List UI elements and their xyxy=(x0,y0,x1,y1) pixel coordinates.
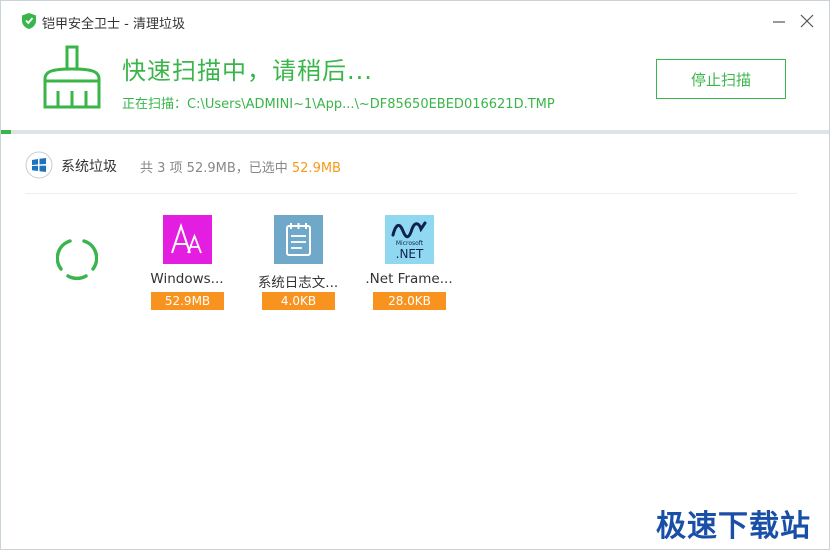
scan-current-path: 正在扫描：C:\Users\ADMINI~1\App...\~DF85650EB… xyxy=(122,97,555,112)
dotnet-icon-subtext: Microsoft xyxy=(396,240,424,247)
category-summary: 共 3 项 52.9MB，已选中 52.9MB xyxy=(140,157,341,176)
notepad-icon xyxy=(274,215,323,264)
junk-item-dotnet[interactable]: Microsoft .NET .Net Frame... 28.0KB xyxy=(365,215,453,315)
category-summary-text: 共 3 项 52.9MB，已选中 xyxy=(140,161,288,176)
item-label: 系统日志文... xyxy=(257,275,339,291)
scan-status-title: 快速扫描中，请稍后... xyxy=(122,57,373,85)
close-icon[interactable] xyxy=(799,13,815,29)
junk-item-windows[interactable]: Windows... 52.9MB xyxy=(147,215,227,315)
watermark-text: 极速下载站 xyxy=(656,509,811,544)
window-title: 铠甲安全卫士 - 清理垃圾 xyxy=(42,17,185,32)
main-window: 铠甲安全卫士 - 清理垃圾 快速扫描中，请稍后... 正在扫描：C:\Users… xyxy=(0,0,830,550)
shield-logo-icon xyxy=(22,13,36,29)
junk-item-system-log[interactable]: 系统日志文... 4.0KB xyxy=(258,215,338,315)
item-label: Windows... xyxy=(150,271,224,287)
divider xyxy=(25,193,797,194)
broom-icon xyxy=(43,45,101,109)
windows-logo-icon xyxy=(25,151,53,179)
category-selected-size: 52.9MB xyxy=(291,161,341,176)
scan-progress-bar xyxy=(1,130,829,134)
item-label: .Net Frame... xyxy=(365,271,453,287)
item-size-badge: 28.0KB xyxy=(373,292,446,310)
title-bar: 铠甲安全卫士 - 清理垃圾 xyxy=(1,1,829,41)
item-size-badge: 52.9MB xyxy=(151,292,224,310)
scanning-spinner-icon xyxy=(56,239,98,281)
category-name: 系统垃圾 xyxy=(61,159,117,175)
stop-scan-button[interactable]: 停止扫描 xyxy=(656,59,786,99)
dotnet-icon-text: .NET xyxy=(396,247,424,261)
item-size-badge: 4.0KB xyxy=(262,292,335,310)
minimize-icon[interactable] xyxy=(771,13,787,29)
dotnet-icon: Microsoft .NET xyxy=(385,215,434,264)
font-icon xyxy=(163,215,212,264)
scan-progress-fill xyxy=(1,130,11,134)
